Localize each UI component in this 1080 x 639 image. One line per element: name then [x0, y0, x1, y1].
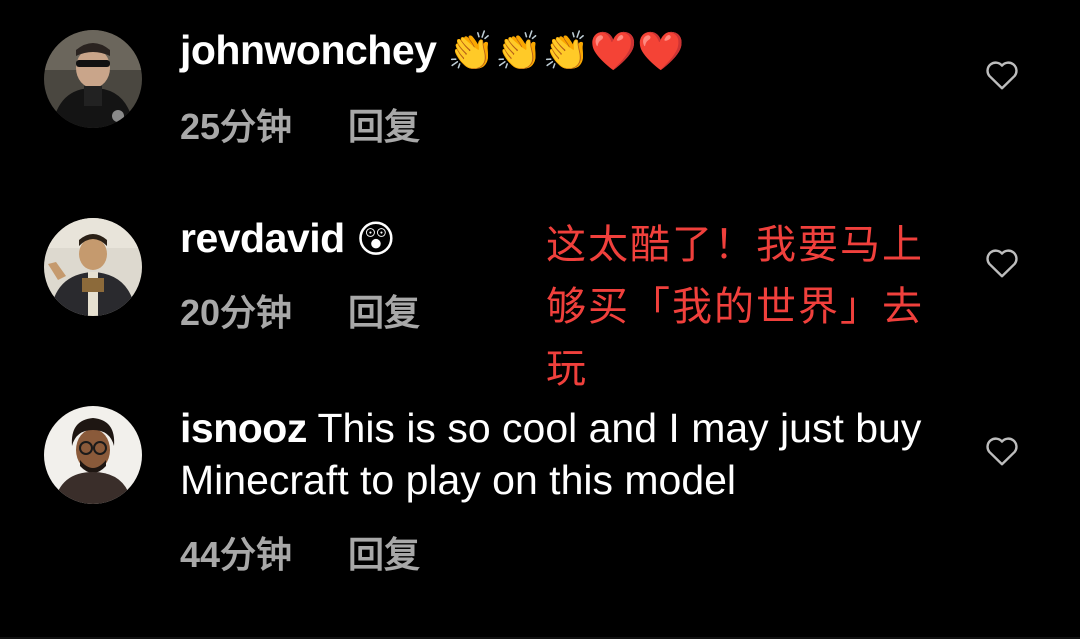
comment-username[interactable]: revdavid [180, 215, 345, 261]
emoji-text: 👏👏👏❤️❤️ [447, 29, 685, 73]
reply-button[interactable]: 回复 [348, 106, 420, 147]
avatar[interactable] [44, 406, 142, 504]
comment-timestamp: 20分钟 [180, 292, 293, 333]
reply-button[interactable]: 回复 [348, 292, 420, 333]
avatar-man-sunglasses-icon [44, 30, 142, 128]
heart-outline-icon[interactable] [984, 245, 1020, 279]
heart-outline-icon[interactable] [984, 57, 1020, 91]
comment-timestamp: 44分钟 [180, 534, 293, 575]
emoji-text: 😲 [356, 217, 396, 261]
comment-username[interactable]: johnwonchey [180, 27, 437, 73]
reply-button[interactable]: 回复 [348, 534, 420, 575]
avatar[interactable] [44, 218, 142, 316]
avatar-man-glasses-icon [44, 406, 142, 504]
comment-username[interactable]: isnooz [180, 405, 307, 451]
heart-outline-icon[interactable] [984, 433, 1020, 467]
translation-annotation: 这太酷了！我要马上够买「我的世界」去玩 [546, 222, 924, 392]
avatar-man-robe-icon [44, 218, 142, 316]
comment-timestamp: 25分钟 [180, 106, 293, 147]
avatar[interactable] [44, 30, 142, 128]
